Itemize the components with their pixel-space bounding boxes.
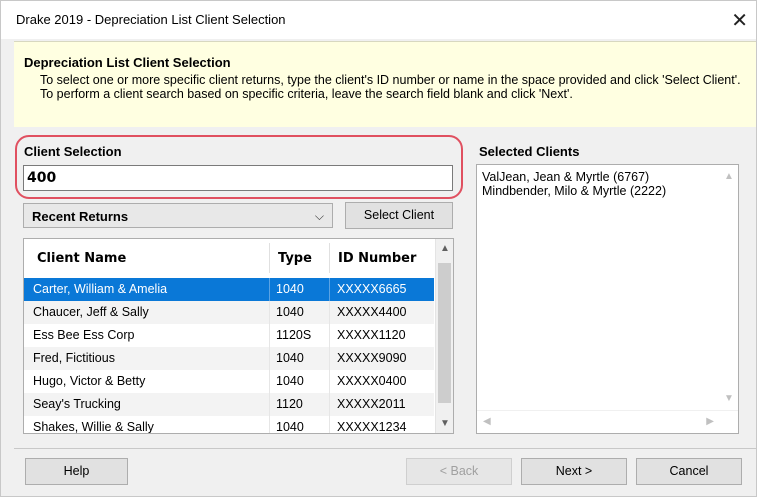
client-list-table[interactable]: Client Name Type ID Number Carter, Willi…: [23, 238, 454, 434]
column-divider: [329, 370, 330, 393]
scroll-down-icon[interactable]: ▼: [724, 393, 734, 404]
table-row[interactable]: Carter, William & Amelia 1040 XXXXX6665: [24, 278, 434, 301]
cell-id-number: XXXXX0400: [337, 374, 407, 388]
column-divider: [269, 416, 270, 433]
cell-type: 1120S: [276, 328, 312, 342]
selected-clients-label: Selected Clients: [479, 144, 580, 159]
scroll-up-icon[interactable]: ▲: [440, 243, 450, 254]
cell-type: 1040: [276, 282, 304, 296]
scroll-right-icon[interactable]: ▶: [706, 416, 714, 427]
cell-client-name: Shakes, Willie & Sally: [33, 420, 154, 434]
cell-type: 1040: [276, 305, 304, 319]
cell-id-number: XXXXX4400: [337, 305, 407, 319]
column-divider: [269, 393, 270, 416]
cell-client-name: Seay's Trucking: [33, 397, 121, 411]
cell-id-number: XXXXX1120: [337, 328, 406, 342]
cell-client-name: Hugo, Victor & Betty: [33, 374, 146, 388]
client-selection-label: Client Selection: [24, 144, 122, 159]
scroll-down-icon[interactable]: ▼: [440, 418, 450, 429]
chevron-down-icon: ⌵: [314, 209, 324, 223]
list-item[interactable]: ValJean, Jean & Myrtle (6767): [482, 170, 649, 184]
column-header-type[interactable]: Type: [278, 251, 312, 266]
client-selection-input[interactable]: [23, 165, 453, 191]
table-body: Carter, William & Amelia 1040 XXXXX6665 Cha…: [24, 278, 434, 434]
dialog-window: Drake 2019 - Depreciation List Client Se…: [0, 0, 757, 497]
scroll-up-icon[interactable]: ▲: [724, 171, 734, 182]
horizontal-scrollbar[interactable]: ◀ ▶: [477, 410, 738, 433]
scrollbar-thumb[interactable]: [438, 263, 451, 403]
column-divider: [329, 278, 330, 301]
cell-type: 1040: [276, 374, 304, 388]
cell-type: 1120: [276, 397, 303, 411]
panel-title: Depreciation List Client Selection: [24, 55, 231, 70]
vertical-scrollbar[interactable]: ▲ ▼: [720, 165, 738, 410]
cell-client-name: Chaucer, Jeff & Sally: [33, 305, 149, 319]
column-divider: [329, 347, 330, 370]
cell-type: 1040: [276, 351, 304, 365]
cancel-button[interactable]: Cancel: [636, 458, 742, 485]
next-button[interactable]: Next >: [521, 458, 627, 485]
column-divider: [269, 347, 270, 370]
column-divider: [329, 393, 330, 416]
table-header: Client Name Type ID Number: [24, 239, 436, 277]
cell-type: 1040: [276, 420, 304, 434]
vertical-scrollbar[interactable]: ▲ ▼: [435, 239, 453, 433]
cell-id-number: XXXXX9090: [337, 351, 407, 365]
panel-description: To select one or more specific client re…: [40, 73, 741, 101]
table-row[interactable]: Chaucer, Jeff & Sally 1040 XXXXX4400: [24, 301, 434, 324]
cell-id-number: XXXXX6665: [337, 282, 407, 296]
instructions-panel: Depreciation List Client Selection To se…: [14, 41, 756, 127]
column-divider: [329, 243, 330, 273]
column-divider: [329, 301, 330, 324]
column-divider: [269, 278, 270, 301]
window-title: Drake 2019 - Depreciation List Client Se…: [16, 12, 286, 27]
cell-id-number: XXXXX2011: [337, 397, 406, 411]
recent-returns-dropdown[interactable]: Recent Returns ⌵: [23, 203, 333, 228]
table-row[interactable]: Ess Bee Ess Corp 1120S XXXXX1120: [24, 324, 434, 347]
title-bar: Drake 2019 - Depreciation List Client Se…: [1, 1, 756, 39]
column-divider: [269, 243, 270, 273]
cell-client-name: Ess Bee Ess Corp: [33, 328, 135, 342]
column-divider: [269, 324, 270, 347]
footer-divider: [14, 448, 756, 449]
help-button[interactable]: Help: [25, 458, 128, 485]
scroll-left-icon[interactable]: ◀: [483, 416, 491, 427]
table-row[interactable]: Hugo, Victor & Betty 1040 XXXXX0400: [24, 370, 434, 393]
cell-id-number: XXXXX1234: [337, 420, 407, 434]
column-divider: [269, 301, 270, 324]
selected-clients-list[interactable]: ValJean, Jean & Myrtle (6767) Mindbender…: [476, 164, 739, 434]
cell-client-name: Carter, William & Amelia: [33, 282, 168, 296]
close-icon[interactable]: ✕: [731, 8, 748, 33]
table-row[interactable]: Fred, Fictitious 1040 XXXXX9090: [24, 347, 434, 370]
column-divider: [269, 370, 270, 393]
column-header-id-number[interactable]: ID Number: [338, 251, 416, 266]
column-divider: [329, 324, 330, 347]
column-header-client-name[interactable]: Client Name: [37, 251, 126, 266]
list-item[interactable]: Mindbender, Milo & Myrtle (2222): [482, 184, 666, 198]
cell-client-name: Fred, Fictitious: [33, 351, 115, 365]
select-client-button[interactable]: Select Client: [345, 202, 453, 229]
back-button[interactable]: < Back: [406, 458, 512, 485]
table-row[interactable]: Seay's Trucking 1120 XXXXX2011: [24, 393, 434, 416]
table-row[interactable]: Shakes, Willie & Sally 1040 XXXXX1234: [24, 416, 434, 434]
dropdown-value: Recent Returns: [32, 209, 129, 224]
column-divider: [329, 416, 330, 433]
